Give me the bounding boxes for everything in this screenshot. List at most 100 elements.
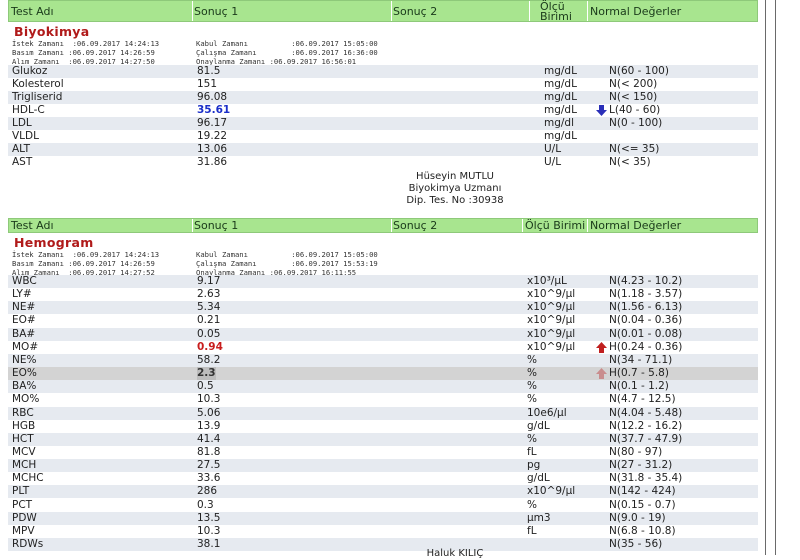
test-name-cell: WBC bbox=[12, 275, 37, 287]
normal-range-cell: N(6.8 - 10.8) bbox=[609, 524, 676, 537]
header-divider bbox=[587, 219, 588, 232]
header-normal: Normal Değerler bbox=[590, 5, 682, 18]
result-cell: 96.17 bbox=[197, 117, 228, 129]
unit-cell: x10^9/µl bbox=[527, 485, 576, 498]
result-cell: 0.94 bbox=[197, 340, 223, 353]
header-divider bbox=[391, 219, 392, 232]
unit-cell: % bbox=[527, 393, 537, 406]
normal-range-cell: N(4.7 - 12.5) bbox=[609, 393, 676, 406]
test-name-cell: MO# bbox=[12, 340, 39, 353]
result-cell: 2.63 bbox=[197, 288, 221, 301]
normal-range-cell: L(40 - 60) bbox=[609, 104, 661, 116]
unit-cell: µm3 bbox=[527, 511, 551, 524]
normal-range-cell: N(1.56 - 6.13) bbox=[609, 301, 683, 314]
test-name-cell: LDL bbox=[12, 117, 32, 129]
test-name-cell: PDW bbox=[12, 511, 37, 524]
table-row: ALT 13.06 U/L N(<= 35) bbox=[8, 143, 758, 156]
test-name-cell: Kolesterol bbox=[12, 78, 64, 90]
unit-cell: % bbox=[527, 498, 537, 511]
header-result: Sonuç 1 bbox=[194, 219, 239, 232]
table-row: VLDL 19.22 mg/dL bbox=[8, 130, 758, 143]
table-row: PLT 286 x10^9/µl N(142 - 424) bbox=[8, 485, 758, 499]
result-cell: 13.9 bbox=[197, 419, 221, 432]
result-cell: 9.17 bbox=[197, 275, 221, 287]
unit-cell: % bbox=[527, 432, 537, 445]
header-divider bbox=[587, 1, 588, 21]
result-cell: 81.8 bbox=[197, 445, 221, 458]
unit-cell: fL bbox=[527, 445, 537, 458]
table-row: BA# 0.05 x10^9/µl N(0.01 - 0.08) bbox=[8, 327, 758, 341]
test-name-cell: HDL-C bbox=[12, 104, 45, 116]
normal-range-cell: N(0 - 100) bbox=[609, 117, 663, 129]
high-arrow-icon bbox=[595, 341, 608, 354]
unit-cell: x10^9/µl bbox=[527, 301, 576, 314]
table-row: Kolesterol 151 mg/dL N(< 200) bbox=[8, 78, 758, 91]
result-cell: 5.34 bbox=[197, 301, 221, 314]
table-row: HCT 41.4% N(37.7 - 47.9) bbox=[8, 432, 758, 446]
normal-range-cell: N(<= 35) bbox=[609, 143, 660, 155]
test-name-cell: RDWs bbox=[12, 538, 44, 550]
header-result2: Sonuç 2 bbox=[393, 219, 438, 232]
normal-range-cell: N(4.04 - 5.48) bbox=[609, 406, 683, 419]
table-row: LDL 96.17 mg/dl N(0 - 100) bbox=[8, 117, 758, 130]
unit-cell: g/dL bbox=[527, 472, 550, 485]
result-cell: 35.61 bbox=[197, 104, 231, 116]
unit-cell: x10^9/µl bbox=[527, 288, 576, 301]
header-result: Sonuç 1 bbox=[194, 5, 239, 18]
times-right-biyokimya: Kabul Zamanı :06.09.2017 15:05:00 Çalışm… bbox=[196, 39, 378, 66]
unit-cell: mg/dL bbox=[544, 65, 577, 77]
section-title-hemogram: Hemogram bbox=[14, 235, 94, 250]
unit-cell: mg/dL bbox=[544, 78, 577, 90]
table-row: EO% 2.3% H(0.7 - 5.8) bbox=[8, 367, 758, 381]
normal-range-cell: N(1.18 - 3.57) bbox=[609, 288, 683, 301]
page-border-right bbox=[765, 0, 766, 555]
header-divider bbox=[522, 219, 523, 232]
unit-cell: x10³/µL bbox=[527, 275, 567, 287]
table-row: RBC 5.06 10e6/µl N(4.04 - 5.48) bbox=[8, 406, 758, 420]
header-divider bbox=[192, 219, 193, 232]
signature-hemogram-name: Haluk KILIÇ bbox=[426, 548, 484, 559]
test-name-cell: EO% bbox=[12, 367, 37, 380]
test-name-cell: RBC bbox=[12, 406, 34, 419]
normal-range-cell: N(31.8 - 35.4) bbox=[609, 472, 683, 485]
table-row: LY# 2.63 x10^9/µl N(1.18 - 3.57) bbox=[8, 288, 758, 301]
header-unit: Ölçü Birimi bbox=[525, 219, 586, 232]
lab-report-page: Test Adı Sonuç 1 Sonuç 2 Ölçü Birimi Nor… bbox=[0, 0, 800, 559]
unit-cell: mg/dL bbox=[544, 91, 577, 103]
unit-cell: x10^9/µl bbox=[527, 340, 576, 353]
table-row: RDWs 38.1 N(35 - 56) bbox=[8, 538, 758, 551]
normal-range-cell: N(35 - 56) bbox=[609, 538, 663, 550]
test-name-cell: VLDL bbox=[12, 130, 39, 142]
test-name-cell: PCT bbox=[12, 498, 33, 511]
table-row: MCV 81.8 fL N(80 - 97) bbox=[8, 446, 758, 459]
times-left-hemogram: İstek Zamanı :06.09.2017 14:24:13 Basım … bbox=[12, 250, 160, 277]
result-cell: 27.5 bbox=[197, 459, 221, 472]
times-right-hemogram: Kabul Zamanı :06.09.2017 15:05:00 Çalışm… bbox=[196, 250, 378, 277]
result-cell: 58.2 bbox=[197, 353, 221, 366]
table-header-biyokimya: Test Adı Sonuç 1 Sonuç 2 Ölçü Birimi Nor… bbox=[8, 0, 758, 22]
normal-range-cell: N(12.2 - 16.2) bbox=[609, 419, 683, 432]
normal-range-cell: N(9.0 - 19) bbox=[609, 511, 666, 524]
normal-range-cell: N(0.15 - 0.7) bbox=[609, 498, 676, 511]
table-row: NE# 5.34 x10^9/µl N(1.56 - 6.13) bbox=[8, 301, 758, 315]
table-row: MPV 10.3 fL N(6.8 - 10.8) bbox=[8, 525, 758, 538]
unit-cell: % bbox=[527, 380, 537, 393]
result-cell: 0.21 bbox=[197, 314, 221, 327]
normal-range-cell: N(< 150) bbox=[609, 91, 658, 103]
header-result2: Sonuç 2 bbox=[393, 5, 438, 18]
test-name-cell: HGB bbox=[12, 419, 36, 432]
unit-cell: mg/dl bbox=[544, 117, 575, 129]
unit-cell: 10e6/µl bbox=[527, 406, 567, 419]
table-row: NE% 58.2% N(34 - 71.1) bbox=[8, 353, 758, 367]
test-name-cell: BA# bbox=[12, 327, 36, 340]
unit-cell: mg/dL bbox=[544, 104, 577, 116]
unit-cell: U/L bbox=[544, 143, 562, 155]
result-cell: 31.86 bbox=[197, 156, 228, 168]
unit-cell: x10^9/µl bbox=[527, 327, 576, 340]
result-cell: 41.4 bbox=[197, 432, 221, 445]
page-border-right-outer bbox=[775, 0, 776, 555]
times-left-biyokimya: İstek Zamanı :06.09.2017 14:24:13 Basım … bbox=[12, 39, 160, 66]
unit-cell: pg bbox=[527, 459, 541, 472]
result-cell: 151 bbox=[197, 78, 218, 90]
header-normal: Normal Değerler bbox=[590, 219, 682, 232]
